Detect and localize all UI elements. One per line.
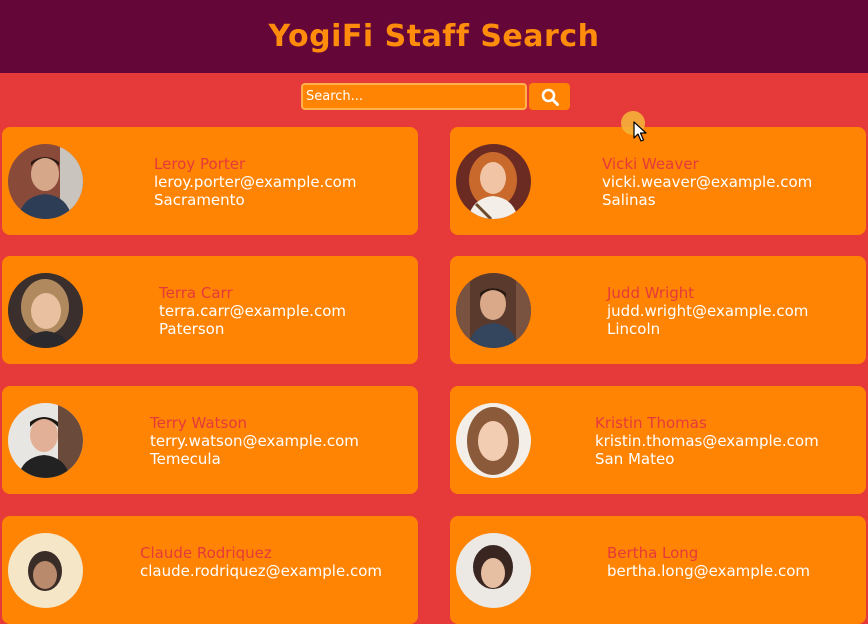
employee-city: San Mateo bbox=[595, 450, 675, 468]
employee-name: Judd Wright bbox=[607, 284, 695, 302]
avatar bbox=[8, 403, 83, 478]
employee-name: Leroy Porter bbox=[154, 155, 246, 173]
employee-city: Temecula bbox=[150, 450, 221, 468]
search-bar bbox=[301, 83, 570, 111]
employee-name: Claude Rodriquez bbox=[140, 544, 272, 562]
employee-email: bertha.long@example.com bbox=[607, 562, 811, 580]
employee-email: terra.carr@example.com bbox=[159, 302, 347, 320]
avatar bbox=[8, 273, 83, 348]
employee-name: Terra Carr bbox=[159, 284, 233, 302]
employee-card: Bertha Long bertha.long@example.com bbox=[450, 516, 866, 624]
employee-email: terry.watson@example.com bbox=[150, 432, 359, 450]
employee-city: Sacramento bbox=[154, 191, 245, 209]
employee-name: Vicki Weaver bbox=[602, 155, 699, 173]
employee-card: Kristin Thomas kristin.thomas@example.co… bbox=[450, 386, 866, 494]
avatar bbox=[456, 533, 531, 608]
employee-city: Salinas bbox=[602, 191, 656, 209]
mouse-cursor-icon bbox=[633, 121, 647, 142]
avatar bbox=[456, 144, 531, 219]
employee-city: Lincoln bbox=[607, 320, 661, 338]
employee-card: Terra Carr terra.carr@example.com Paters… bbox=[2, 256, 418, 364]
employee-email: judd.wright@example.com bbox=[607, 302, 809, 320]
avatar bbox=[456, 403, 531, 478]
employee-card: Terry Watson terry.watson@example.com Te… bbox=[2, 386, 418, 494]
employee-name: Bertha Long bbox=[607, 544, 699, 562]
employee-email: vicki.weaver@example.com bbox=[602, 173, 813, 191]
avatar bbox=[8, 144, 83, 219]
employee-card: Vicki Weaver vicki.weaver@example.com Sa… bbox=[450, 127, 866, 235]
search-button[interactable] bbox=[529, 83, 570, 110]
employee-name: Terry Watson bbox=[150, 414, 248, 432]
avatar bbox=[8, 533, 83, 608]
employee-card: Judd Wright judd.wright@example.com Linc… bbox=[450, 256, 866, 364]
search-icon bbox=[541, 88, 559, 106]
employee-email: leroy.porter@example.com bbox=[154, 173, 357, 191]
employee-email: kristin.thomas@example.com bbox=[595, 432, 819, 450]
search-input[interactable] bbox=[301, 83, 527, 110]
employee-card: Leroy Porter leroy.porter@example.com Sa… bbox=[2, 127, 418, 235]
employee-card: Claude Rodriquez claude.rodriquez@exampl… bbox=[2, 516, 418, 624]
page-title: YogiFi Staff Search bbox=[268, 19, 600, 54]
avatar bbox=[456, 273, 531, 348]
employee-email: claude.rodriquez@example.com bbox=[140, 562, 382, 580]
employee-name: Kristin Thomas bbox=[595, 414, 707, 432]
employee-city: Paterson bbox=[159, 320, 225, 338]
app-header: YogiFi Staff Search bbox=[0, 0, 868, 73]
